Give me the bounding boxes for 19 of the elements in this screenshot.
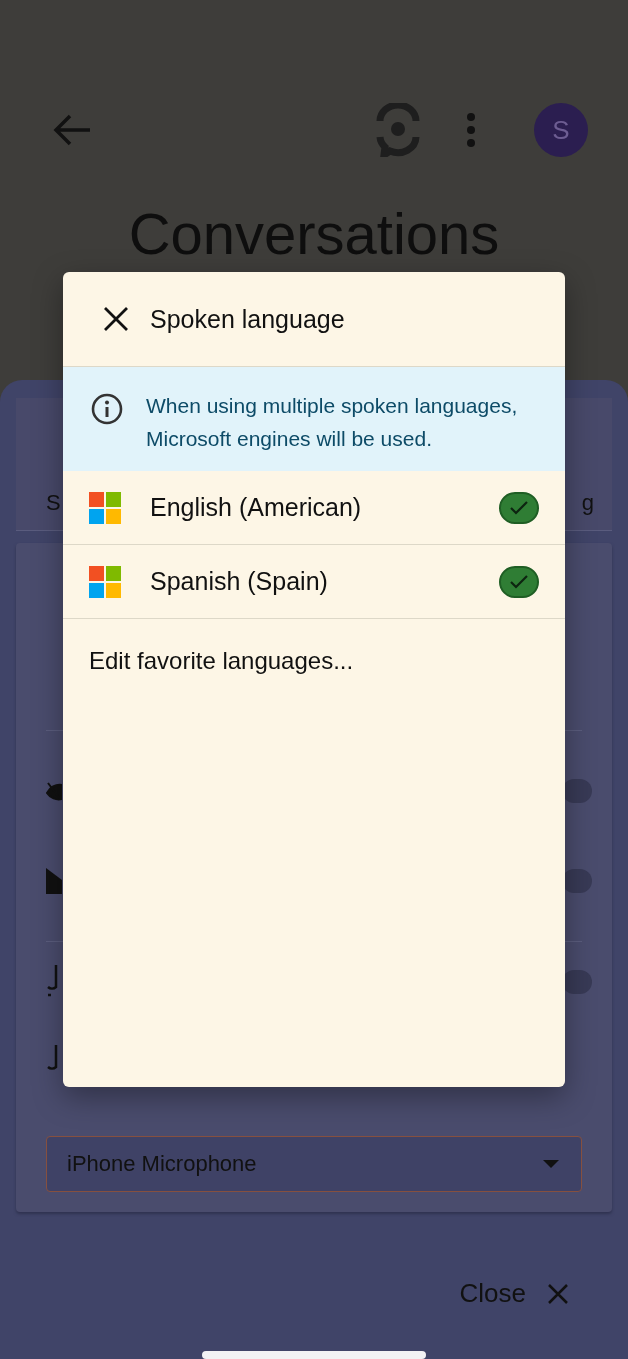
- tab-label[interactable]: g: [581, 490, 594, 517]
- tab-label[interactable]: S: [46, 490, 61, 517]
- language-item[interactable]: English (American): [63, 471, 565, 545]
- info-icon: [91, 393, 123, 425]
- dropdown-caret-icon: [543, 1160, 559, 1169]
- edit-languages-link[interactable]: Edit favorite languages...: [63, 619, 565, 703]
- user-avatar[interactable]: S: [534, 103, 588, 157]
- dialog-title: Spoken language: [150, 304, 345, 334]
- windows-logo-icon: [89, 565, 121, 598]
- info-text: When using multiple spoken languages, Microsoft engines will be used.: [146, 393, 519, 452]
- checkbox[interactable]: [499, 491, 539, 524]
- language-item[interactable]: Spanish (Spain): [63, 545, 565, 619]
- windows-logo-icon: [89, 491, 121, 524]
- speech-logo-icon: [376, 103, 420, 157]
- microphone-dropdown[interactable]: iPhone Microphone: [46, 1136, 582, 1193]
- close-icon[interactable]: [104, 307, 128, 331]
- checkbox[interactable]: [499, 565, 539, 598]
- close-button[interactable]: Close: [455, 1274, 572, 1314]
- close-icon: [548, 1283, 568, 1304]
